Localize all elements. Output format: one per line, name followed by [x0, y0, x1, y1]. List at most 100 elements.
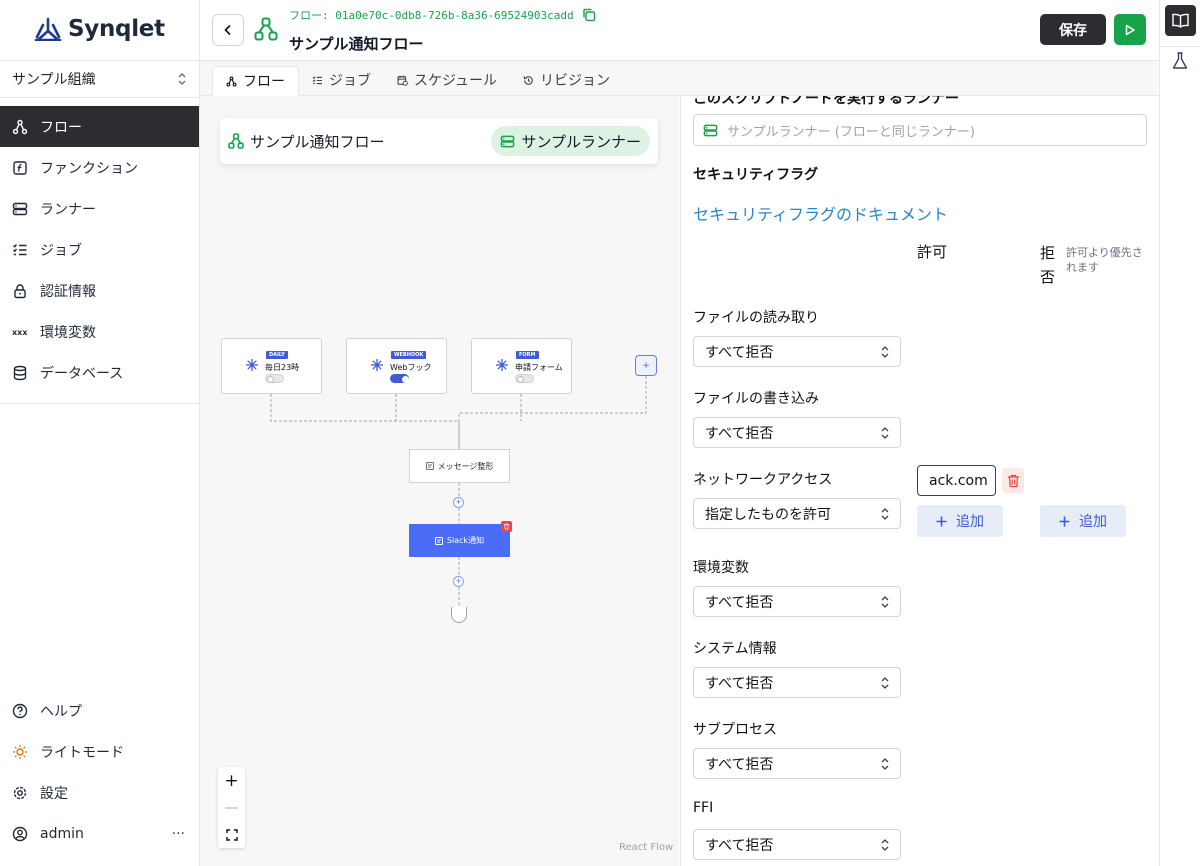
- org-selector[interactable]: サンプル組織: [0, 60, 199, 98]
- sun-icon: [13, 744, 27, 759]
- play-icon: [1125, 24, 1135, 35]
- tab-bar: フロー ジョブ スケジュール リビジョン: [200, 60, 1158, 96]
- perm-select-subprocess[interactable]: すべて拒否: [693, 748, 901, 779]
- sidebar-item-jobs[interactable]: ジョブ: [0, 229, 199, 270]
- back-button[interactable]: [212, 14, 244, 46]
- perm-select-network[interactable]: 指定したものを許可: [693, 498, 901, 529]
- tab-label: ジョブ: [329, 73, 371, 89]
- add-node-button[interactable]: +: [453, 497, 464, 508]
- sidebar-item-label: 設定: [40, 785, 68, 802]
- sidebar-item-env-vars[interactable]: xxx 環境変数: [0, 311, 199, 352]
- deny-priority-note: 許可より優先されます: [1066, 246, 1143, 274]
- add-allow-host-button[interactable]: 追加: [917, 505, 1003, 537]
- sidebar-item-settings[interactable]: 設定: [0, 772, 199, 813]
- function-icon: [13, 160, 27, 175]
- runner-select[interactable]: サンプルランナー (フローと同じランナー): [693, 114, 1147, 146]
- chevron-updown-icon: [881, 346, 889, 358]
- copy-icon[interactable]: [582, 8, 596, 22]
- sparkle-icon: [371, 359, 383, 371]
- sidebar-item-label: 認証情報: [40, 283, 96, 300]
- delete-node-button[interactable]: [501, 521, 512, 532]
- trigger-toggle[interactable]: [515, 374, 534, 383]
- sidebar-bottom-nav: ヘルプ ライトモード 設定 admin ···: [0, 690, 199, 854]
- zoom-out-button[interactable]: —: [218, 794, 245, 821]
- server-icon: [12, 202, 28, 215]
- trash-icon: [503, 523, 510, 530]
- sidebar-item-credentials[interactable]: 認証情報: [0, 270, 199, 311]
- node-label: メッセージ整形: [437, 461, 494, 471]
- perm-label-sysinfo: システム情報: [693, 641, 777, 657]
- save-button[interactable]: 保存: [1040, 14, 1106, 45]
- sidebar-item-databases[interactable]: データベース: [0, 352, 199, 393]
- trigger-node-form[interactable]: FORM 申請フォーム: [471, 338, 572, 394]
- perm-select-file-write[interactable]: すべて拒否: [693, 417, 901, 448]
- chevron-updown-icon: [881, 508, 889, 520]
- flow-end-node: [451, 607, 467, 623]
- perm-select-file-read[interactable]: すべて拒否: [693, 336, 901, 367]
- plus-icon: [1059, 516, 1070, 526]
- user-name: admin: [40, 825, 84, 842]
- flow-icon: [254, 17, 278, 41]
- remove-host-button[interactable]: [1002, 468, 1024, 493]
- tab-flow[interactable]: フロー: [212, 66, 299, 96]
- calendar-clock-icon: [397, 75, 408, 86]
- sidebar-item-functions[interactable]: ファンクション: [0, 147, 199, 188]
- perm-select-env[interactable]: すべて拒否: [693, 586, 901, 617]
- history-icon: [523, 75, 533, 85]
- brand-logo[interactable]: Synqlet: [34, 16, 165, 42]
- sidebar-nav: フロー ファンクション ランナー ジョブ 認証情報 xxx 環境変数 データベー…: [0, 106, 199, 393]
- zoom-in-button[interactable]: +: [218, 767, 245, 794]
- script-node-format-message[interactable]: メッセージ整形: [409, 449, 510, 483]
- run-button[interactable]: [1114, 14, 1146, 45]
- sparkle-icon: [246, 359, 258, 371]
- react-flow-attribution[interactable]: React Flow: [619, 842, 673, 853]
- network-allow-host-input[interactable]: ack.com: [917, 465, 996, 496]
- runner-placeholder: サンプルランナー (フローと同じランナー): [727, 124, 975, 140]
- perm-select-sysinfo[interactable]: すべて拒否: [693, 667, 901, 698]
- flask-icon[interactable]: [1172, 52, 1188, 70]
- sidebar-item-help[interactable]: ヘルプ: [0, 690, 199, 731]
- allow-column-header: 許可: [917, 243, 948, 261]
- add-deny-host-button[interactable]: 追加: [1040, 505, 1126, 537]
- sparkle-icon: [496, 359, 508, 371]
- trash-icon: [1007, 474, 1019, 487]
- flow-icon: [12, 119, 28, 134]
- node-settings-panel: このスクリプトノードを実行するランナー サンプルランナー (フローと同じランナー…: [680, 96, 1158, 866]
- sidebar-item-label: ファンクション: [40, 160, 138, 177]
- more-options-icon[interactable]: ···: [172, 826, 185, 842]
- security-flags-doc-link[interactable]: セキュリティフラグのドキュメント: [693, 201, 948, 225]
- fit-view-button[interactable]: [218, 821, 245, 848]
- sidebar-item-runners[interactable]: ランナー: [0, 188, 199, 229]
- sidebar-item-light-mode[interactable]: ライトモード: [0, 731, 199, 772]
- add-node-button[interactable]: +: [453, 576, 464, 587]
- list-check-icon: [13, 243, 27, 255]
- sidebar-item-flows[interactable]: フロー: [0, 106, 199, 147]
- synqlet-logo-icon: [34, 17, 62, 41]
- add-trigger-button[interactable]: +: [635, 355, 657, 376]
- select-value: すべて拒否: [705, 594, 774, 611]
- sidebar-item-user[interactable]: admin ···: [0, 813, 199, 854]
- sidebar-item-label: ランナー: [40, 201, 96, 218]
- flow-header: フロー: 01a0e70c-0db8-726b-8a36-69524903cad…: [200, 0, 1158, 60]
- tab-revisions[interactable]: リビジョン: [510, 65, 623, 95]
- tab-label: リビジョン: [540, 73, 611, 89]
- flow-canvas[interactable]: サンプル通知フロー サンプルランナー DAILY 毎日23時 WEBHOOK W…: [200, 96, 679, 866]
- node-label: Slack通知: [446, 536, 485, 545]
- perm-select-ffi[interactable]: すべて拒否: [693, 829, 901, 860]
- trigger-toggle[interactable]: [265, 374, 284, 383]
- docs-button[interactable]: [1165, 5, 1196, 36]
- trigger-node-webhook[interactable]: WEBHOOK Webフック: [346, 338, 447, 394]
- trigger-toggle[interactable]: [390, 374, 409, 383]
- trigger-node-daily[interactable]: DAILY 毎日23時: [221, 338, 322, 394]
- chevron-updown-icon: [881, 596, 889, 608]
- list-check-icon: [312, 75, 322, 84]
- flow-id-text: フロー: 01a0e70c-0db8-726b-8a36-69524903cad…: [289, 9, 574, 22]
- script-node-slack-notify[interactable]: Slack通知: [409, 524, 510, 557]
- add-label: 追加: [956, 514, 984, 530]
- tab-schedule[interactable]: スケジュール: [384, 65, 510, 95]
- tab-jobs[interactable]: ジョブ: [299, 65, 384, 95]
- trigger-name: 申請フォーム: [515, 363, 563, 372]
- sidebar-item-label: フロー: [40, 119, 82, 136]
- perm-label-subprocess: サブプロセス: [693, 722, 777, 738]
- chevron-updown-icon: [178, 73, 186, 85]
